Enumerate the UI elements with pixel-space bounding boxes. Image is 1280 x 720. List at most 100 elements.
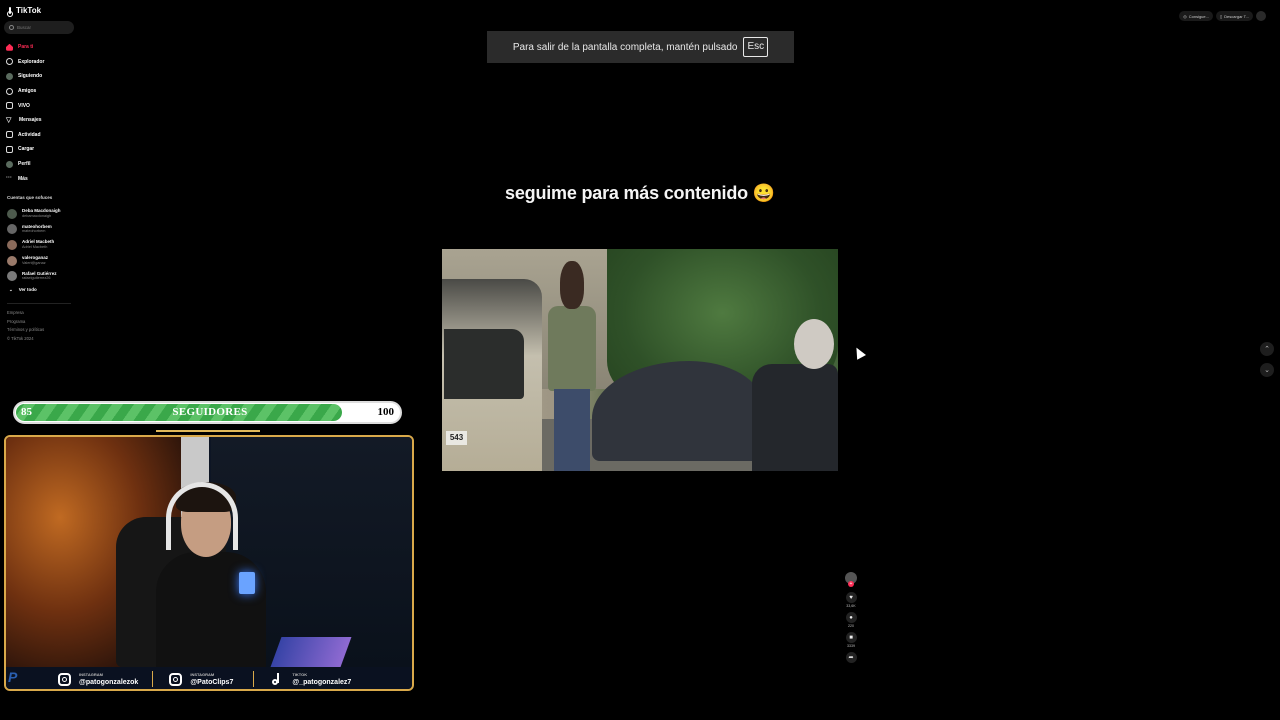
heart-icon: ♥ — [845, 592, 857, 603]
feed-navigation: ⌃ ⌄ — [1260, 342, 1274, 384]
followers-goal-target: 100 — [377, 406, 395, 418]
sidebar-footer: Empresa Programa Términos y políticas © … — [7, 309, 44, 343]
streamer-body — [156, 552, 266, 672]
video-person-standing — [542, 261, 602, 471]
video-person-head — [560, 261, 584, 309]
video-player[interactable]: 543 — [442, 249, 838, 471]
next-video-button[interactable]: ⌄ — [1260, 363, 1274, 377]
account-username: Valeri@ganaz — [22, 260, 46, 265]
streamer-logo: P — [8, 669, 18, 685]
see-all-link[interactable]: ⌄ Ver todo — [7, 284, 77, 296]
chevron-up-icon: ⌃ — [1264, 346, 1270, 353]
account-username: debamacdonaigh — [22, 213, 52, 218]
share-action[interactable]: ➦ — [845, 652, 857, 663]
sidebar-item-cargar[interactable]: Cargar — [6, 142, 76, 157]
sidebar-item-para-ti[interactable]: Para ti — [6, 40, 76, 55]
message-icon — [6, 117, 14, 124]
video-caption: seguime para más contenido 😀 — [505, 183, 775, 203]
tiktok-logo-icon — [7, 6, 14, 17]
social-instagram-1: INSTAGRAM @patogonzalezok — [58, 672, 138, 687]
video-person-body — [752, 364, 838, 471]
tiktok-logo[interactable]: TikTok — [7, 6, 41, 17]
social-separator — [152, 671, 154, 687]
see-all-label: Ver todo — [18, 287, 37, 293]
search-placeholder: Buscar — [17, 25, 32, 30]
user-avatar-button[interactable] — [1256, 11, 1266, 21]
comment-action[interactable]: ● 220 — [845, 612, 857, 629]
footer-link-terminos[interactable]: Términos y políticas — [7, 326, 44, 335]
following-account[interactable]: Adriel Macbeth Adriel Macbeth — [7, 237, 77, 253]
home-icon — [6, 43, 13, 51]
following-account[interactable]: Rafael Gutiérrez rafaelgutierrez26 — [7, 268, 77, 284]
download-app-button[interactable]: ▯ Descargar T... — [1215, 11, 1253, 21]
device-icon: ▯ — [1219, 13, 1223, 19]
instagram-icon — [58, 672, 71, 686]
compass-icon — [6, 58, 13, 66]
footer-copyright: © TikTok 2024 — [7, 335, 34, 341]
avatar — [7, 224, 17, 235]
sidebar-item-mensajes[interactable]: Mensajes — [6, 113, 76, 128]
sidebar-divider — [7, 303, 71, 304]
sidebar-item-label: Actividad — [18, 131, 41, 138]
fullscreen-exit-banner: Para salir de la pantalla completa, mant… — [487, 31, 794, 63]
bookmark-icon: ■ — [845, 632, 857, 643]
activity-icon — [6, 131, 13, 139]
friends-icon — [6, 87, 13, 95]
account-username: mateohorbem — [22, 229, 46, 234]
footer-link-empresa[interactable]: Empresa — [7, 309, 44, 318]
blue-lamp — [239, 572, 255, 594]
sidebar-item-siguiendo[interactable]: Siguiendo — [6, 69, 76, 84]
save-count: 3339 — [847, 644, 855, 648]
sidebar-item-label: Más — [18, 175, 28, 182]
social-separator — [253, 671, 255, 687]
account-username: Adriel Macbeth — [22, 244, 48, 249]
sidebar-item-label: VIVO — [18, 102, 30, 109]
video-action-bar: ♥ 33,6K ● 220 ■ 3339 ➦ — [844, 572, 858, 666]
sidebar-item-actividad[interactable]: Actividad — [6, 128, 76, 143]
video-person-shirt — [548, 306, 596, 391]
followers-goal-bar: SEGUIDORES 85 100 — [13, 401, 402, 424]
download-app-label: Descargar T... — [1224, 13, 1249, 19]
video-person-seated — [742, 319, 838, 471]
sidebar-nav: Para ti Explorador Siguiendo Amigos VIVO… — [6, 40, 76, 186]
comment-count: 220 — [848, 624, 854, 628]
tiktok-icon — [272, 672, 284, 686]
following-icon — [6, 72, 13, 80]
social-handle: @patogonzalezok — [79, 678, 139, 686]
sidebar-item-amigos[interactable]: Amigos — [6, 84, 76, 99]
creator-avatar[interactable] — [845, 572, 857, 587]
sidebar-item-label: Perfil — [18, 161, 31, 168]
sidebar-item-explorador[interactable]: Explorador — [6, 55, 76, 70]
upload-icon — [6, 145, 13, 153]
sidebar-item-label: Mensajes — [19, 117, 42, 124]
rgb-keyboard — [270, 637, 352, 667]
social-tiktok: TIKTOK @_patogonzalez7 — [272, 672, 351, 687]
get-coins-button[interactable]: ◎ Consigue... — [1179, 11, 1213, 21]
save-action[interactable]: ■ 3339 — [845, 632, 857, 649]
more-icon — [6, 175, 13, 182]
sidebar-item-label: Siguiendo — [18, 73, 43, 80]
live-icon — [6, 102, 13, 110]
goal-underline-decoration — [156, 430, 260, 432]
footer-link-programa[interactable]: Programa — [7, 318, 44, 327]
search-icon — [9, 25, 14, 30]
following-account[interactable]: valeroganaz Valeri@ganaz — [7, 253, 77, 269]
avatar — [7, 255, 17, 266]
avatar — [7, 239, 17, 250]
following-account[interactable]: mateohorbem mateohorbem — [7, 222, 77, 238]
search-input[interactable]: Buscar — [4, 21, 74, 34]
previous-video-button[interactable]: ⌃ — [1260, 342, 1274, 356]
social-handle: @_patogonzalez7 — [292, 678, 352, 686]
like-action[interactable]: ♥ 33,6K — [845, 592, 857, 609]
sidebar-item-perfil[interactable]: Perfil — [6, 157, 76, 172]
sidebar-item-label: Para ti — [18, 44, 34, 51]
mouse-cursor — [852, 345, 866, 360]
avatar — [7, 271, 17, 282]
following-account[interactable]: Deba Macdonaigh debamacdonaigh — [7, 206, 77, 222]
fullscreen-banner-text: Para salir de la pantalla completa, mant… — [512, 41, 738, 53]
get-coins-label: Consigue... — [1188, 13, 1209, 19]
chevron-down-icon: ⌄ — [1264, 367, 1270, 374]
share-icon: ➦ — [845, 652, 857, 663]
sidebar-item-vivo[interactable]: VIVO — [6, 98, 76, 113]
headset-icon — [166, 482, 238, 550]
